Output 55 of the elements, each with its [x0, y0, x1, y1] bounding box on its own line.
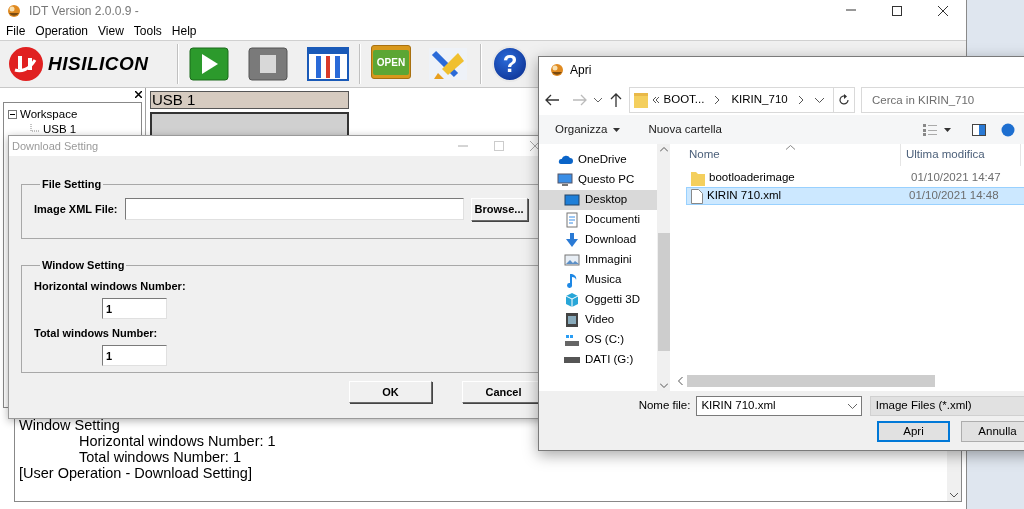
menu-item[interactable]: Help — [166, 22, 202, 40]
logo-text: HISILICON — [48, 51, 149, 76]
group-title: Window Setting — [41, 258, 126, 272]
nav-item[interactable]: Musica — [539, 270, 657, 290]
file-name: KIRIN 710.xml — [707, 188, 783, 204]
field-label: Horizontal windows Number: — [34, 279, 187, 293]
file-row[interactable]: KIRIN 710.xml 01/10/2021 14:48 — [686, 187, 1024, 205]
file-name: bootloaderimage — [709, 170, 796, 186]
file-row[interactable]: bootloaderimage 01/10/2021 14:47 — [686, 169, 1024, 187]
modified-date: 01/10/2021 14:48 — [909, 188, 999, 204]
menu-item[interactable]: File — [1, 22, 31, 40]
nav-item[interactable]: Questo PC — [539, 170, 657, 190]
browse-button[interactable]: Browse... — [470, 197, 528, 221]
number-field[interactable]: 1 — [102, 345, 167, 366]
nav-item[interactable]: Download — [539, 230, 657, 250]
window-title: IDT Version 2.0.0.9 - — [29, 3, 139, 20]
field-value: KIRIN 710.xml — [701, 398, 776, 414]
number-field[interactable]: 1 — [102, 298, 167, 319]
dialog-title: Download Setting — [12, 138, 99, 154]
nav-item[interactable]: Oggetti 3D — [539, 290, 657, 310]
cancel-button[interactable]: Annulla — [961, 421, 1024, 442]
breadcrumb-item[interactable]: KIRIN_710 — [731, 91, 788, 109]
modified-date: 01/10/2021 14:47 — [911, 170, 1001, 186]
open-button[interactable]: Apri — [877, 421, 950, 442]
field-label: Total windows Number: — [34, 326, 159, 340]
nav-item[interactable]: OneDrive — [539, 150, 657, 170]
group-title: File Setting — [41, 177, 103, 191]
organize-button[interactable]: Organizza — [549, 118, 627, 141]
column-header[interactable]: Ultima modifica — [906, 146, 985, 164]
menu-item[interactable]: Operation — [30, 22, 94, 40]
log-line: Total windows Number: 1 — [79, 449, 241, 465]
nav-item[interactable]: Video — [539, 310, 657, 330]
address-bar[interactable]: BOOT... KIRIN_710 — [628, 87, 834, 113]
menu-item[interactable]: Tools — [128, 22, 167, 40]
log-line: Horizontal windows Number: 1 — [79, 433, 276, 449]
nav-item[interactable]: Desktop — [539, 190, 657, 210]
file-type-dropdown[interactable]: Image Files (*.xml) — [869, 396, 1024, 416]
field-label: Image XML File: — [34, 201, 118, 217]
log-line: [User Operation - Download Setting] — [19, 465, 252, 481]
dialog-title: Apri — [570, 62, 592, 79]
ok-button[interactable]: OK — [349, 381, 432, 403]
column-header[interactable]: Nome — [689, 146, 720, 164]
menu-item[interactable]: View — [93, 22, 129, 40]
search-field[interactable]: Cerca in KIRIN_710 — [861, 87, 1024, 113]
breadcrumb-item[interactable]: BOOT... — [663, 91, 705, 109]
filename-field[interactable]: KIRIN 710.xml — [696, 396, 862, 416]
field-label: Nome file: — [638, 399, 691, 412]
port-tab[interactable]: USB 1 — [150, 91, 349, 109]
new-folder-button[interactable]: Nuova cartella — [642, 118, 728, 141]
nav-item[interactable]: OS (C:) — [539, 330, 657, 350]
nav-item[interactable]: Documenti — [539, 210, 657, 230]
log-line: Window Setting — [19, 417, 120, 433]
nav-item[interactable]: Immagini — [539, 250, 657, 270]
nav-item[interactable]: DATI (G:) — [539, 350, 657, 370]
help-button[interactable]: ? — [492, 46, 528, 82]
